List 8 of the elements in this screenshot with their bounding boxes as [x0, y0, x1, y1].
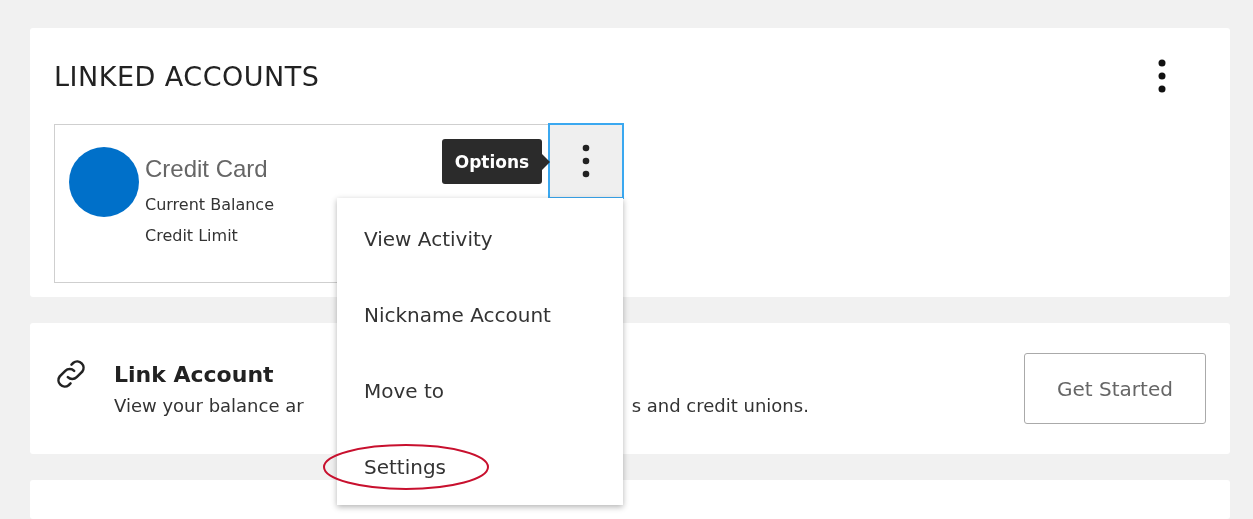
description-text: View your balance ar [114, 394, 304, 416]
options-tooltip: Options [442, 139, 550, 184]
account-name: Credit Card [145, 155, 269, 183]
section-title: LINKED ACCOUNTS [54, 60, 320, 92]
account-field-label: Credit Limit [145, 225, 239, 247]
description-text: s and credit unions. [631, 394, 809, 416]
link-account-title: Link Account [114, 361, 275, 387]
account-field-label: Current Balance [145, 194, 274, 216]
